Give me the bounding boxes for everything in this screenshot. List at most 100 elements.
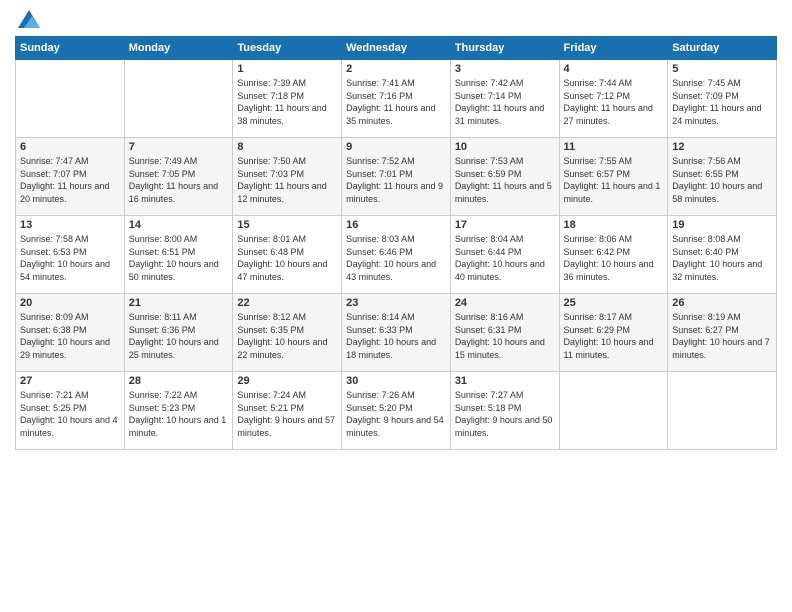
sunset: Sunset: 6:51 PM	[129, 247, 196, 257]
sunrise: Sunrise: 7:24 AM	[237, 390, 306, 400]
sunset: Sunset: 7:07 PM	[20, 169, 87, 179]
logo-icon	[18, 10, 40, 28]
week-row-3: 13 Sunrise: 7:58 AM Sunset: 6:53 PM Dayl…	[16, 216, 777, 294]
cell-content: Sunrise: 7:44 AM Sunset: 7:12 PM Dayligh…	[564, 77, 664, 127]
sunrise: Sunrise: 7:21 AM	[20, 390, 89, 400]
sunrise: Sunrise: 8:01 AM	[237, 234, 306, 244]
cell-content: Sunrise: 7:39 AM Sunset: 7:18 PM Dayligh…	[237, 77, 337, 127]
logo-text	[15, 10, 40, 28]
day-number: 11	[564, 141, 664, 153]
sunset: Sunset: 6:48 PM	[237, 247, 304, 257]
day-header-wednesday: Wednesday	[342, 37, 451, 60]
calendar-cell: 20 Sunrise: 8:09 AM Sunset: 6:38 PM Dayl…	[16, 294, 125, 372]
header-row: SundayMondayTuesdayWednesdayThursdayFrid…	[16, 37, 777, 60]
sunset: Sunset: 6:57 PM	[564, 169, 631, 179]
cell-content: Sunrise: 8:08 AM Sunset: 6:40 PM Dayligh…	[672, 233, 772, 283]
sunset: Sunset: 6:31 PM	[455, 325, 522, 335]
day-header-saturday: Saturday	[668, 37, 777, 60]
sunrise: Sunrise: 8:17 AM	[564, 312, 633, 322]
calendar-cell: 28 Sunrise: 7:22 AM Sunset: 5:23 PM Dayl…	[124, 372, 233, 450]
day-number: 22	[237, 297, 337, 309]
calendar-cell: 19 Sunrise: 8:08 AM Sunset: 6:40 PM Dayl…	[668, 216, 777, 294]
calendar-cell: 9 Sunrise: 7:52 AM Sunset: 7:01 PM Dayli…	[342, 138, 451, 216]
sunset: Sunset: 6:40 PM	[672, 247, 739, 257]
day-number: 21	[129, 297, 229, 309]
cell-content: Sunrise: 7:22 AM Sunset: 5:23 PM Dayligh…	[129, 389, 229, 439]
day-number: 28	[129, 375, 229, 387]
daylight: Daylight: 11 hours and 24 minutes.	[672, 103, 761, 126]
daylight: Daylight: 10 hours and 29 minutes.	[20, 337, 110, 360]
daylight: Daylight: 9 hours and 50 minutes.	[455, 415, 553, 438]
cell-content: Sunrise: 8:04 AM Sunset: 6:44 PM Dayligh…	[455, 233, 555, 283]
calendar-cell: 12 Sunrise: 7:56 AM Sunset: 6:55 PM Dayl…	[668, 138, 777, 216]
sunset: Sunset: 6:55 PM	[672, 169, 739, 179]
sunset: Sunset: 7:16 PM	[346, 91, 413, 101]
sunset: Sunset: 6:36 PM	[129, 325, 196, 335]
cell-content: Sunrise: 7:42 AM Sunset: 7:14 PM Dayligh…	[455, 77, 555, 127]
calendar-cell: 15 Sunrise: 8:01 AM Sunset: 6:48 PM Dayl…	[233, 216, 342, 294]
day-number: 6	[20, 141, 120, 153]
calendar-cell: 22 Sunrise: 8:12 AM Sunset: 6:35 PM Dayl…	[233, 294, 342, 372]
sunrise: Sunrise: 8:03 AM	[346, 234, 415, 244]
daylight: Daylight: 11 hours and 20 minutes.	[20, 181, 109, 204]
calendar-cell: 18 Sunrise: 8:06 AM Sunset: 6:42 PM Dayl…	[559, 216, 668, 294]
cell-content: Sunrise: 7:55 AM Sunset: 6:57 PM Dayligh…	[564, 155, 664, 205]
calendar-cell: 16 Sunrise: 8:03 AM Sunset: 6:46 PM Dayl…	[342, 216, 451, 294]
cell-content: Sunrise: 8:03 AM Sunset: 6:46 PM Dayligh…	[346, 233, 446, 283]
calendar-cell: 23 Sunrise: 8:14 AM Sunset: 6:33 PM Dayl…	[342, 294, 451, 372]
calendar-cell: 6 Sunrise: 7:47 AM Sunset: 7:07 PM Dayli…	[16, 138, 125, 216]
daylight: Daylight: 10 hours and 11 minutes.	[564, 337, 654, 360]
daylight: Daylight: 10 hours and 47 minutes.	[237, 259, 327, 282]
cell-content: Sunrise: 7:58 AM Sunset: 6:53 PM Dayligh…	[20, 233, 120, 283]
sunset: Sunset: 7:12 PM	[564, 91, 631, 101]
calendar-table: SundayMondayTuesdayWednesdayThursdayFrid…	[15, 36, 777, 450]
sunrise: Sunrise: 8:19 AM	[672, 312, 741, 322]
daylight: Daylight: 10 hours and 58 minutes.	[672, 181, 762, 204]
sunrise: Sunrise: 7:42 AM	[455, 78, 524, 88]
daylight: Daylight: 9 hours and 54 minutes.	[346, 415, 444, 438]
calendar-cell: 29 Sunrise: 7:24 AM Sunset: 5:21 PM Dayl…	[233, 372, 342, 450]
calendar-cell: 1 Sunrise: 7:39 AM Sunset: 7:18 PM Dayli…	[233, 60, 342, 138]
daylight: Daylight: 10 hours and 25 minutes.	[129, 337, 219, 360]
calendar-cell: 27 Sunrise: 7:21 AM Sunset: 5:25 PM Dayl…	[16, 372, 125, 450]
daylight: Daylight: 10 hours and 1 minute.	[129, 415, 227, 438]
day-number: 18	[564, 219, 664, 231]
sunset: Sunset: 6:27 PM	[672, 325, 739, 335]
day-number: 23	[346, 297, 446, 309]
daylight: Daylight: 11 hours and 12 minutes.	[237, 181, 326, 204]
sunrise: Sunrise: 8:06 AM	[564, 234, 633, 244]
calendar-cell: 17 Sunrise: 8:04 AM Sunset: 6:44 PM Dayl…	[450, 216, 559, 294]
daylight: Daylight: 10 hours and 18 minutes.	[346, 337, 436, 360]
calendar-cell	[16, 60, 125, 138]
sunset: Sunset: 6:44 PM	[455, 247, 522, 257]
day-number: 14	[129, 219, 229, 231]
sunrise: Sunrise: 7:39 AM	[237, 78, 306, 88]
day-number: 4	[564, 63, 664, 75]
day-number: 16	[346, 219, 446, 231]
sunrise: Sunrise: 7:50 AM	[237, 156, 306, 166]
calendar-cell: 26 Sunrise: 8:19 AM Sunset: 6:27 PM Dayl…	[668, 294, 777, 372]
calendar-cell	[668, 372, 777, 450]
daylight: Daylight: 11 hours and 31 minutes.	[455, 103, 544, 126]
daylight: Daylight: 10 hours and 50 minutes.	[129, 259, 219, 282]
sunset: Sunset: 7:18 PM	[237, 91, 304, 101]
week-row-2: 6 Sunrise: 7:47 AM Sunset: 7:07 PM Dayli…	[16, 138, 777, 216]
cell-content: Sunrise: 7:49 AM Sunset: 7:05 PM Dayligh…	[129, 155, 229, 205]
sunset: Sunset: 6:42 PM	[564, 247, 631, 257]
day-number: 13	[20, 219, 120, 231]
sunset: Sunset: 6:35 PM	[237, 325, 304, 335]
day-number: 8	[237, 141, 337, 153]
sunrise: Sunrise: 8:08 AM	[672, 234, 741, 244]
cell-content: Sunrise: 7:41 AM Sunset: 7:16 PM Dayligh…	[346, 77, 446, 127]
sunrise: Sunrise: 8:14 AM	[346, 312, 415, 322]
daylight: Daylight: 10 hours and 54 minutes.	[20, 259, 110, 282]
cell-content: Sunrise: 7:56 AM Sunset: 6:55 PM Dayligh…	[672, 155, 772, 205]
day-number: 7	[129, 141, 229, 153]
day-number: 27	[20, 375, 120, 387]
sunset: Sunset: 6:59 PM	[455, 169, 522, 179]
cell-content: Sunrise: 8:14 AM Sunset: 6:33 PM Dayligh…	[346, 311, 446, 361]
sunrise: Sunrise: 7:55 AM	[564, 156, 633, 166]
header	[15, 10, 777, 28]
day-number: 5	[672, 63, 772, 75]
sunset: Sunset: 7:05 PM	[129, 169, 196, 179]
